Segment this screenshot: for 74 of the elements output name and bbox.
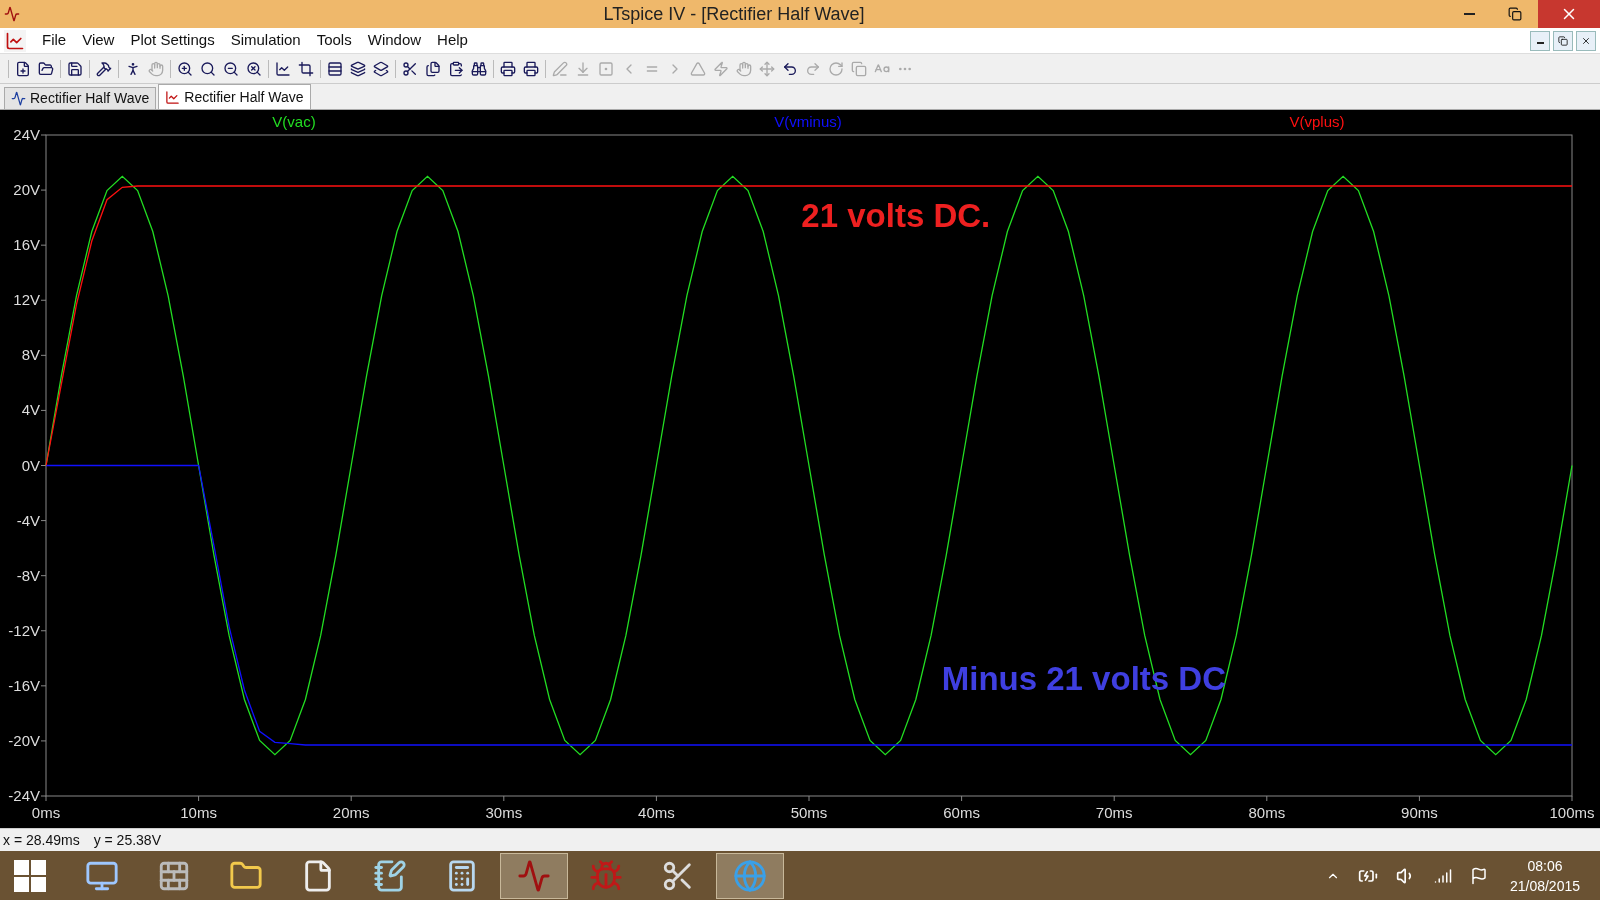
binoculars-icon[interactable] [470, 59, 488, 78]
layers-icon[interactable] [349, 59, 367, 78]
menu-item[interactable]: Tools [308, 28, 360, 53]
x-tick-label: 100ms [1549, 804, 1595, 821]
minimize-icon [1463, 13, 1475, 15]
cursor-x-reading: x = 28.49ms [3, 830, 80, 850]
y-tick-label: 0V [21, 456, 40, 474]
minimize-icon [1536, 42, 1544, 44]
zoom-out-icon[interactable] [222, 59, 240, 78]
y-tick-label: -24V [8, 787, 40, 804]
cut-icon[interactable] [401, 59, 419, 78]
restore-icon [1558, 35, 1568, 46]
print-icon[interactable] [522, 59, 540, 78]
x-tick-label: 10ms [180, 804, 217, 821]
x-tick-label: 30ms [485, 804, 523, 821]
annotation-text: 21 volts DC. [801, 197, 991, 235]
open-folder-icon[interactable] [37, 59, 55, 78]
y-tick-label: 24V [13, 126, 40, 143]
menu-item[interactable]: File [34, 28, 75, 53]
close-icon [1581, 35, 1591, 46]
paste-icon[interactable] [447, 59, 465, 78]
flag-icon[interactable] [1469, 866, 1488, 885]
y-tick-label: -16V [8, 676, 40, 694]
document-tab[interactable]: Rectifier Half Wave [4, 87, 157, 109]
menu-item[interactable]: View [74, 28, 123, 53]
start-icon[interactable] [14, 859, 46, 892]
trace-legend-label[interactable]: V(vplus) [1289, 113, 1345, 130]
signal-icon[interactable] [1433, 866, 1452, 885]
y-tick-label: -20V [8, 731, 40, 749]
new-file-icon[interactable] [14, 59, 32, 78]
menu-item[interactable]: Simulation [222, 28, 309, 53]
print-setup-icon[interactable] [499, 59, 517, 78]
x-tick-label: 50ms [790, 804, 828, 821]
y-tick-label: -12V [8, 621, 40, 639]
search-icon[interactable] [199, 59, 217, 78]
trace-legend-label[interactable]: V(vac) [272, 113, 316, 130]
x-tick-label: 20ms [332, 804, 370, 821]
y-tick-label: -4V [16, 511, 40, 529]
close-button[interactable] [1576, 30, 1596, 51]
clock-time[interactable]: 08:06 [1527, 855, 1563, 876]
copy-icon[interactable] [424, 59, 442, 78]
y-tick-label: -8V [16, 566, 40, 584]
x-tick-label: 70ms [1095, 804, 1133, 821]
crop-icon[interactable] [297, 59, 315, 78]
y-tick-label: 12V [13, 291, 40, 309]
menu-item[interactable]: Window [359, 28, 430, 53]
x-tick-label: 80ms [1248, 804, 1286, 821]
app-logo-icon [4, 6, 22, 22]
restore-button[interactable] [1553, 30, 1573, 51]
browser-icon[interactable] [716, 852, 784, 899]
window-title: LTspice IV - [Rectifier Half Wave] [603, 2, 865, 26]
menu-item[interactable]: Plot Settings [122, 28, 223, 53]
minimize-button[interactable] [1530, 30, 1550, 51]
cursor-y-reading: y = 25.38V [93, 830, 161, 850]
restore-icon [1508, 7, 1522, 21]
hammer-icon[interactable] [95, 59, 113, 78]
x-tick-label: 60ms [943, 804, 980, 821]
x-tick-label: 40ms [638, 804, 675, 821]
waveform-icon [165, 89, 181, 105]
save-icon[interactable] [66, 59, 84, 78]
document-tab[interactable]: Rectifier Half Wave [158, 84, 311, 109]
clock-date[interactable]: 21/08/2015 [1509, 875, 1580, 896]
y-tick-label: 8V [21, 346, 40, 364]
x-tick-label: 0ms [31, 804, 61, 821]
menu-item[interactable]: Help [429, 28, 476, 53]
zoom-cancel-icon[interactable] [245, 59, 263, 78]
y-tick-label: 16V [13, 236, 40, 254]
chart-icon[interactable] [274, 59, 292, 78]
rows-icon[interactable] [326, 59, 344, 78]
app-logo-icon[interactable] [500, 852, 568, 899]
zoom-in-icon[interactable] [176, 59, 194, 78]
x-tick-label: 90ms [1401, 804, 1438, 821]
y-tick-label: 4V [21, 401, 40, 419]
y-tick-label: 20V [13, 181, 40, 199]
